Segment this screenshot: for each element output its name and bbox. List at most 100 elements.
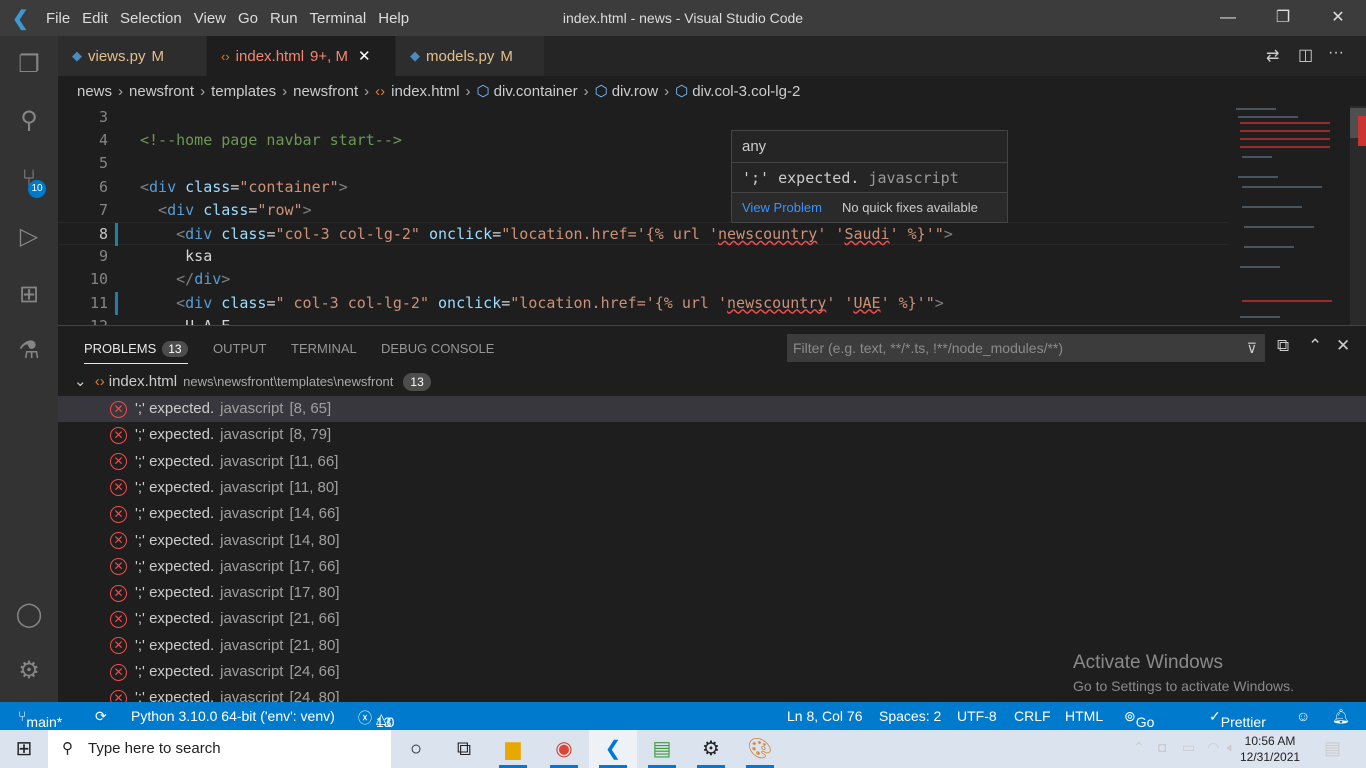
tab-debug-console[interactable]: DEBUG CONSOLE xyxy=(381,341,494,356)
close-window-button[interactable]: ✕ xyxy=(1315,0,1361,36)
meet-now-icon[interactable]: ◘ xyxy=(1158,739,1166,755)
error-icon: ✕ xyxy=(110,558,127,576)
code-line[interactable]: 9 ksa xyxy=(58,245,1228,268)
code-editor[interactable]: 3 4 <!--home page navbar start--> 5 6 <div cl… xyxy=(58,106,1228,325)
menu-edit[interactable]: Edit xyxy=(76,10,114,27)
indentation[interactable]: Spaces: 2 xyxy=(879,708,941,724)
accounts-icon[interactable]: ◯ xyxy=(0,590,58,640)
code-line[interactable]: 8 <div class="col-3 col-lg-2" onclick="l… xyxy=(58,222,1228,246)
breadcrumb-item[interactable]: div.container xyxy=(494,83,578,100)
action-center-icon[interactable]: ▤ xyxy=(1324,738,1341,759)
taskbar-clock[interactable]: 10:56 AM 12/31/2021 xyxy=(1240,733,1300,765)
code-line[interactable]: 3 xyxy=(58,106,1228,129)
problem-item[interactable]: ✕ ';' expected. javascript [8, 79] xyxy=(58,422,1366,448)
close-tab-icon[interactable]: ✕ xyxy=(358,47,371,65)
menu-go[interactable]: Go xyxy=(232,10,264,27)
menu-help[interactable]: Help xyxy=(372,10,415,27)
go-live-button[interactable]: ⊚ Go Live xyxy=(1124,708,1161,746)
maximize-panel-icon[interactable]: ⌃ xyxy=(1308,336,1322,356)
breadcrumb-item[interactable]: newsfront xyxy=(129,83,194,100)
volume-icon[interactable]: 🔈︎ xyxy=(1227,739,1235,756)
tab-models-py[interactable]: ◆ models.py M xyxy=(396,36,544,76)
split-editor-icon[interactable]: ◫ xyxy=(1298,45,1313,65)
problems-filter-input[interactable]: Filter (e.g. text, **/*.ts, !**/node_mod… xyxy=(787,334,1265,362)
tab-views-py[interactable]: ◆ views.py M xyxy=(58,36,206,76)
code-line[interactable]: 4 <!--home page navbar start--> xyxy=(58,129,1228,152)
minimize-button[interactable]: — xyxy=(1205,0,1251,36)
paint-icon[interactable]: 🎨︎ xyxy=(736,730,784,768)
battery-icon[interactable]: ▭ xyxy=(1182,739,1195,756)
code-line[interactable]: 7 <div class="row"> xyxy=(58,199,1228,222)
tab-output[interactable]: OUTPUT xyxy=(213,341,266,356)
feedback-icon[interactable]: ☺ xyxy=(1296,708,1310,724)
tab-terminal[interactable]: TERMINAL xyxy=(291,341,357,356)
breadcrumb-item[interactable]: newsfront xyxy=(293,83,358,100)
code-line[interactable]: 12 U.A.E xyxy=(58,315,1228,325)
taskbar-search-input[interactable]: ⚲ Type here to search xyxy=(48,730,391,768)
cortana-icon[interactable]: ○ xyxy=(392,730,440,768)
menu-selection[interactable]: Selection xyxy=(114,10,188,27)
filter-icon[interactable]: ⊽ xyxy=(1247,334,1257,362)
tab-status: M xyxy=(151,47,165,65)
restore-button[interactable]: ❐ xyxy=(1260,0,1306,36)
menu-terminal[interactable]: Terminal xyxy=(304,10,373,27)
view-problem-link[interactable]: View Problem xyxy=(742,200,822,215)
notepad-icon[interactable]: ▤ xyxy=(638,730,686,768)
source-control-icon[interactable]: ⑂ 10 xyxy=(0,154,58,204)
problem-item[interactable]: ✕ ';' expected. javascript [14, 66] xyxy=(58,501,1366,527)
problem-item[interactable]: ✕ ';' expected. javascript [11, 66] xyxy=(58,449,1366,475)
problem-item[interactable]: ✕ ';' expected. javascript [11, 80] xyxy=(58,475,1366,501)
code-line[interactable]: 10 </div> xyxy=(58,268,1228,291)
line-ending[interactable]: CRLF xyxy=(1014,708,1051,724)
problem-message: ';' expected. xyxy=(135,400,215,417)
breadcrumb-item[interactable]: templates xyxy=(211,83,276,100)
problems-file-group[interactable]: ⌄ ‹› index.html news\newsfront\templates\n… xyxy=(58,370,1366,394)
sync-icon[interactable]: ⟳ xyxy=(95,708,107,725)
more-actions-icon[interactable]: ··· xyxy=(1328,44,1344,62)
breadcrumb-item[interactable]: index.html xyxy=(391,83,459,100)
breadcrumb-item[interactable]: div.col-3.col-lg-2 xyxy=(692,83,800,100)
code-line[interactable]: 5 xyxy=(58,152,1228,175)
settings-gear-icon[interactable]: ⚙ xyxy=(0,646,58,696)
menu-file[interactable]: File xyxy=(40,10,76,27)
minimap[interactable] xyxy=(1228,106,1350,325)
wifi-icon[interactable]: ◠ xyxy=(1207,739,1219,756)
notifications-bell-icon[interactable]: 🔔︎ xyxy=(1332,708,1350,725)
breadcrumb-item[interactable]: news xyxy=(77,83,112,100)
menu-view[interactable]: View xyxy=(188,10,232,27)
run-debug-icon[interactable]: ▷ xyxy=(0,212,58,262)
breadcrumb-item[interactable]: div.row xyxy=(612,83,658,100)
language-mode[interactable]: HTML xyxy=(1065,708,1103,724)
encoding[interactable]: UTF-8 xyxy=(957,708,997,724)
windows-start-icon[interactable]: ⊞ xyxy=(0,730,48,768)
editor-scrollbar[interactable] xyxy=(1350,106,1366,325)
problem-item[interactable]: ✕ ';' expected. javascript [21, 66] xyxy=(58,606,1366,632)
code-line[interactable]: 11 <div class=" col-3 col-lg-2" onclick=… xyxy=(58,291,1228,315)
file-explorer-icon[interactable]: ▆ xyxy=(489,730,537,768)
problem-item[interactable]: ✕ ';' expected. javascript [17, 66] xyxy=(58,554,1366,580)
prettier-button[interactable]: ✓ Prettier xyxy=(1209,708,1266,730)
problem-item[interactable]: ✕ ';' expected. javascript [17, 80] xyxy=(58,580,1366,606)
tab-index-html[interactable]: ‹› index.html 9+, M ✕ xyxy=(207,36,395,76)
extensions-icon[interactable]: ⊞ xyxy=(0,270,58,320)
compare-changes-icon[interactable]: ⇄ xyxy=(1266,46,1279,66)
chrome-icon[interactable]: ◉ xyxy=(540,730,588,768)
testing-icon[interactable]: ⚗ xyxy=(0,326,58,376)
task-view-icon[interactable]: ⧉ xyxy=(440,730,488,768)
vscode-taskbar-icon[interactable]: ❮ xyxy=(589,730,637,768)
code-line[interactable]: 6 <div class="container"> xyxy=(58,176,1228,199)
tab-problems[interactable]: PROBLEMS 13 xyxy=(84,341,188,364)
problems-status[interactable]: ⓧ 13 △ 0 xyxy=(358,708,394,730)
problem-item[interactable]: ✕ ';' expected. javascript [8, 65] xyxy=(58,396,1366,422)
problem-item[interactable]: ✕ ';' expected. javascript [14, 80] xyxy=(58,528,1366,554)
cursor-position[interactable]: Ln 8, Col 76 xyxy=(787,708,863,724)
show-hidden-icons[interactable]: ⌃ xyxy=(1133,739,1145,756)
search-icon[interactable]: ⚲ xyxy=(0,96,58,146)
settings-icon[interactable]: ⚙ xyxy=(687,730,735,768)
collapse-all-icon[interactable]: ⧉ xyxy=(1277,336,1289,356)
close-panel-icon[interactable]: ✕ xyxy=(1336,336,1350,356)
python-interpreter[interactable]: Python 3.10.0 64-bit ('env': venv) xyxy=(131,708,335,724)
explorer-icon[interactable]: ❐ xyxy=(0,40,58,90)
branch-status[interactable]: ⑂ main* xyxy=(18,708,62,730)
menu-run[interactable]: Run xyxy=(264,10,304,27)
